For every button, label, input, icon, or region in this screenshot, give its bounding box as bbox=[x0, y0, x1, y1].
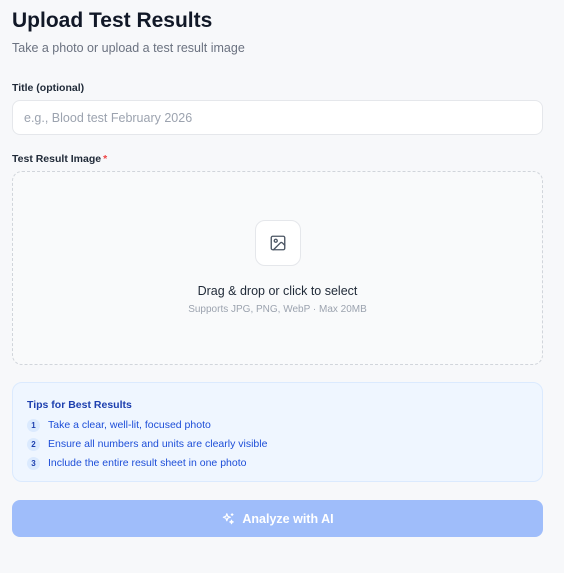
sparkles-icon bbox=[221, 512, 235, 526]
tip-number-badge: 3 bbox=[27, 456, 40, 470]
required-marker: * bbox=[103, 153, 108, 165]
page-title: Upload Test Results bbox=[12, 9, 213, 32]
title-field-label: Title (optional) bbox=[12, 82, 85, 94]
upload-icon-box bbox=[255, 220, 301, 266]
tip-item: 2 Ensure all numbers and units are clear… bbox=[27, 437, 267, 451]
tip-number-badge: 1 bbox=[27, 418, 40, 432]
image-field-label-text: Test Result Image bbox=[12, 153, 102, 165]
page-subtitle: Take a photo or upload a test result ima… bbox=[12, 41, 245, 55]
analyze-button-label: Analyze with AI bbox=[242, 511, 334, 526]
image-icon bbox=[270, 235, 286, 251]
tip-text: Take a clear, well-lit, focused photo bbox=[48, 419, 211, 431]
tip-text: Include the entire result sheet in one p… bbox=[48, 457, 247, 469]
tips-title: Tips for Best Results bbox=[27, 399, 132, 411]
image-dropzone[interactable]: Drag & drop or click to select Supports … bbox=[12, 171, 543, 365]
tip-item: 1 Take a clear, well-lit, focused photo bbox=[27, 418, 211, 432]
tips-panel: Tips for Best Results 1 Take a clear, we… bbox=[12, 382, 543, 482]
dropzone-title: Drag & drop or click to select bbox=[197, 284, 358, 298]
dropzone-hint: Supports JPG, PNG, WebP · Max 20MB bbox=[188, 304, 367, 315]
image-field-label: Test Result Image * bbox=[12, 153, 107, 165]
title-input[interactable] bbox=[12, 100, 543, 135]
tip-item: 3 Include the entire result sheet in one… bbox=[27, 456, 246, 470]
tip-number-badge: 2 bbox=[27, 437, 40, 451]
tip-text: Ensure all numbers and units are clearly… bbox=[48, 438, 268, 450]
analyze-button[interactable]: Analyze with AI bbox=[12, 500, 543, 537]
